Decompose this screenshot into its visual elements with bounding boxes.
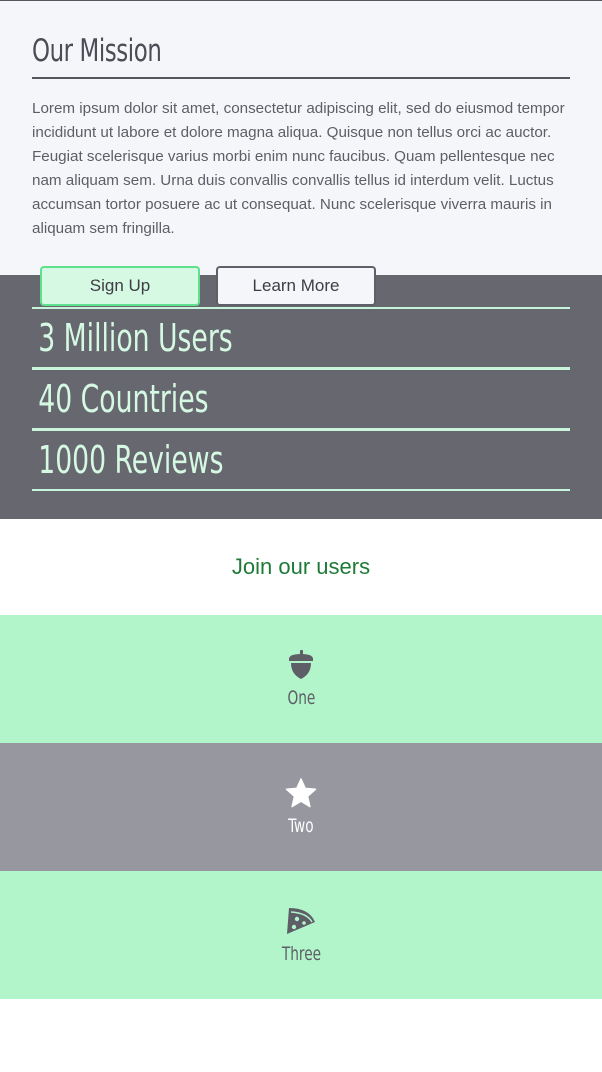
mission-title: Our Mission (32, 33, 162, 69)
tile-one[interactable]: One (0, 615, 602, 743)
title-divider (32, 77, 570, 79)
join-text: Join our users (231, 554, 371, 579)
stat-users: 3 Million Users (32, 309, 570, 370)
tile-one-label: One (287, 687, 315, 709)
tile-two[interactable]: Two (0, 743, 602, 871)
learn-more-button[interactable]: Learn More (216, 266, 376, 306)
stat-reviews: 1000 Reviews (32, 431, 570, 491)
tile-three-label: Three (281, 943, 321, 965)
tile-two-label: Two (288, 815, 314, 837)
stats-section: 3 Million Users 40 Countries 1000 Review… (0, 275, 602, 519)
pizza-slice-icon (285, 905, 317, 937)
acorn-icon (285, 649, 317, 681)
sign-up-button[interactable]: Sign Up (40, 266, 200, 306)
join-section: Join our users (0, 519, 602, 615)
stat-countries: 40 Countries (32, 370, 570, 431)
star-icon (285, 777, 317, 809)
tile-three[interactable]: Three (0, 871, 602, 999)
stat-reviews-text: 1000 Reviews (38, 438, 224, 482)
mission-body: Lorem ipsum dolor sit amet, consectetur … (32, 100, 565, 237)
mission-section: Our Mission Lorem ipsum dolor sit amet, … (0, 1, 602, 306)
stat-countries-text: 40 Countries (38, 377, 209, 421)
stat-users-text: 3 Million Users (38, 316, 233, 360)
